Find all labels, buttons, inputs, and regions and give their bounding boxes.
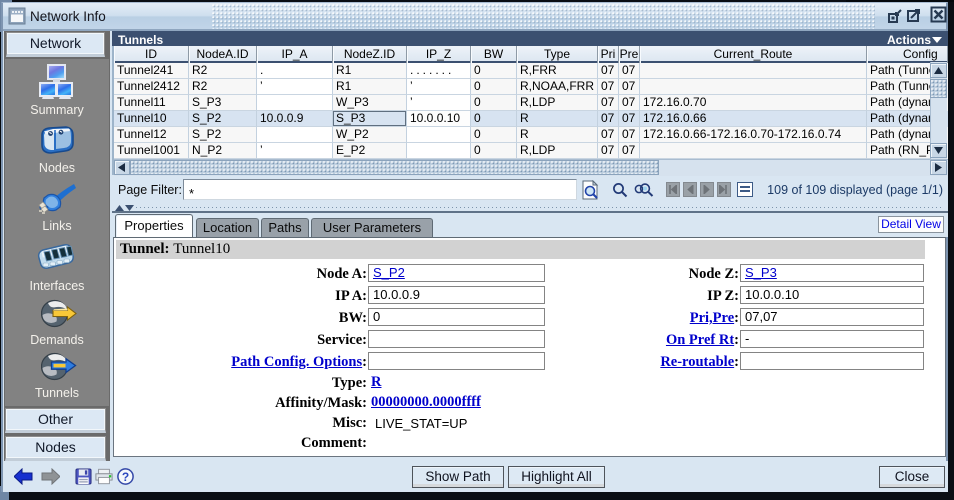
svg-text:?: ? (122, 470, 129, 484)
